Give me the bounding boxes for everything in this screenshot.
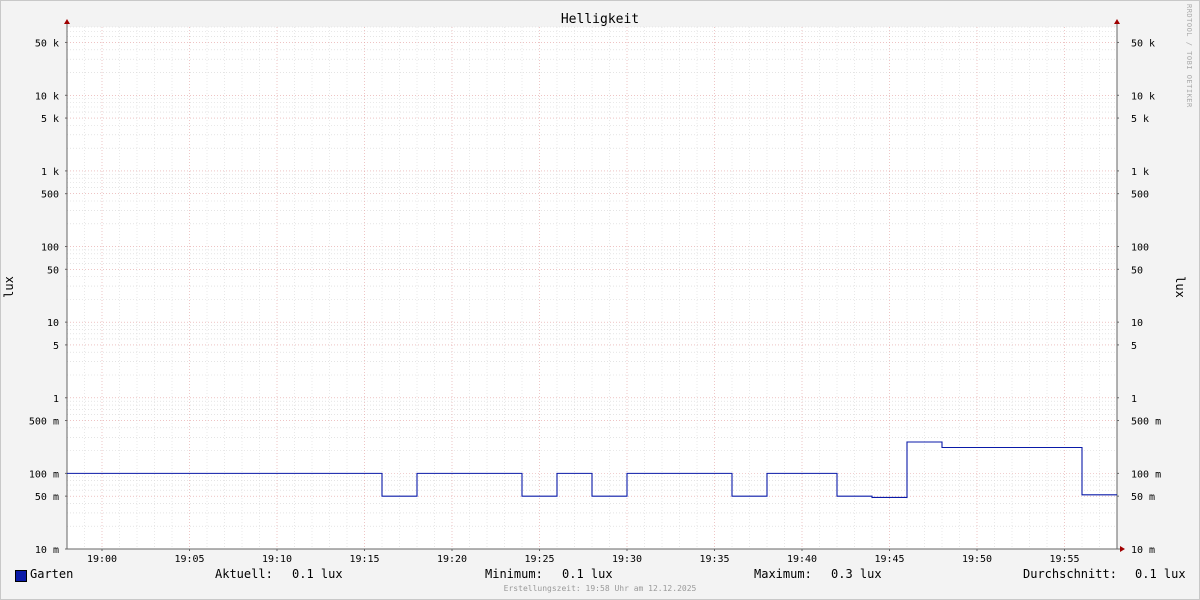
y-tick-label-right: 50 k — [1131, 38, 1155, 49]
y-tick-label-right: 500 — [1131, 190, 1149, 201]
y-tick-label-left: 10 m — [35, 545, 59, 556]
y-tick-label-right: 1 k — [1131, 167, 1149, 178]
x-tick-label: 19:10 — [262, 554, 292, 565]
y-axis-left-arrow — [64, 19, 70, 24]
y-tick-label-left: 50 m — [35, 492, 59, 503]
y-tick-label-right: 5 k — [1131, 114, 1149, 125]
y-axis-right-arrow — [1114, 19, 1120, 24]
y-tick-label-left: 5 k — [41, 114, 59, 125]
y-tick-label-right: 1 — [1131, 394, 1137, 405]
brightness-chart: 10 m 10 m 50 m 50 m 100 m 100 m 500 m 500 m 1 1 5 5… — [2, 12, 1187, 565]
legend-max-label: Maximum: — [754, 567, 812, 581]
x-tick-label: 19:20 — [437, 554, 467, 565]
legend-current-value: 0.1 lux — [292, 567, 343, 581]
y-tick-label-left: 5 — [53, 341, 59, 352]
x-tick-label: 19:05 — [174, 554, 204, 565]
y-tick-label-right: 100 — [1131, 243, 1149, 254]
y-tick-label-right: 500 m — [1131, 417, 1161, 428]
y-tick-label-left: 500 — [41, 190, 59, 201]
creation-time-footer: Erstellungszeit: 19:58 Uhr am 12.12.2025 — [503, 584, 697, 593]
y-axis-label-right: lux — [1173, 276, 1187, 298]
x-tick-label: 19:55 — [1049, 554, 1079, 565]
legend-max-value: 0.3 lux — [831, 567, 882, 581]
legend-min-value: 0.1 lux — [562, 567, 613, 581]
y-tick-label-left: 100 — [41, 243, 59, 254]
x-tick-label: 19:40 — [787, 554, 817, 565]
legend-avg-value: 0.1 lux — [1135, 567, 1186, 581]
legend-current-label: Aktuell: — [215, 567, 273, 581]
x-tick-label: 19:45 — [874, 554, 904, 565]
rrdtool-watermark: RRDTOOL / TOBI OETIKER — [1185, 4, 1193, 108]
legend-series-name: Garten — [30, 567, 74, 581]
x-tick-label: 19:15 — [349, 554, 379, 565]
chart-title: Helligkeit — [561, 12, 639, 27]
x-tick-label: 19:30 — [612, 554, 642, 565]
y-tick-label-left: 50 — [47, 265, 59, 276]
y-tick-label-left: 10 k — [35, 91, 59, 102]
grid-lines — [66, 26, 1118, 550]
y-axis-label-left: lux — [2, 276, 16, 298]
y-tick-label-right: 10 k — [1131, 91, 1155, 102]
y-tick-label-right: 50 — [1131, 265, 1143, 276]
legend-swatch-garten — [15, 570, 27, 582]
y-tick-label-left: 1 — [53, 394, 59, 405]
y-tick-label-left: 50 k — [35, 38, 59, 49]
y-tick-label-right: 100 m — [1131, 469, 1161, 480]
x-tick-label: 19:50 — [962, 554, 992, 565]
y-tick-label-left: 500 m — [29, 417, 59, 428]
y-tick-label-left: 100 m — [29, 469, 59, 480]
legend-min-label: Minimum: — [485, 567, 543, 581]
y-tick-label-right: 10 — [1131, 318, 1143, 329]
y-tick-label-left: 1 k — [41, 167, 59, 178]
y-tick-label-right: 10 m — [1131, 545, 1155, 556]
x-tick-label: 19:00 — [87, 554, 117, 565]
x-tick-label: 19:35 — [699, 554, 729, 565]
y-tick-label-right: 50 m — [1131, 492, 1155, 503]
x-axis-arrow — [1120, 546, 1125, 552]
y-tick-label-right: 5 — [1131, 341, 1137, 352]
x-tick-label: 19:25 — [524, 554, 554, 565]
y-tick-label-left: 10 — [47, 318, 59, 329]
legend-avg-label: Durchschnitt: — [1023, 567, 1117, 581]
